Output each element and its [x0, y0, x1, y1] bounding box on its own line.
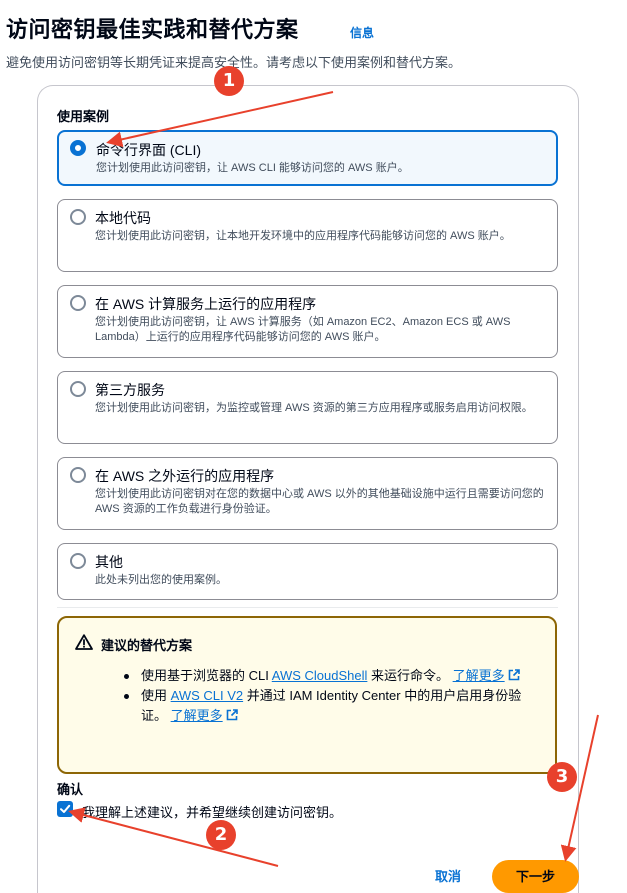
- alternative-item-cloudshell: 使用基于浏览器的 CLI AWS CloudShell 来运行命令。 了解更多: [117, 666, 537, 686]
- option-outside-aws[interactable]: 在 AWS 之外运行的应用程序 您计划使用此访问密钥对在您的数据中心或 AWS …: [57, 457, 558, 530]
- annotation-badge-1: 1: [214, 66, 244, 96]
- cancel-button[interactable]: 取消: [418, 864, 478, 890]
- radio-icon[interactable]: [70, 381, 86, 397]
- item-text: 使用: [141, 688, 171, 703]
- page-title: 访问密钥最佳实践和替代方案: [6, 17, 299, 42]
- aws-cli-v2-link[interactable]: AWS CLI V2: [171, 688, 243, 703]
- option-title: 在 AWS 之外运行的应用程序: [95, 468, 275, 484]
- confirm-checkbox[interactable]: [57, 801, 73, 817]
- cloudshell-link[interactable]: AWS CloudShell: [272, 668, 368, 683]
- option-other[interactable]: 其他 此处未列出您的使用案例。: [57, 543, 558, 600]
- next-button[interactable]: 下一步: [492, 860, 579, 893]
- radio-icon[interactable]: [70, 553, 86, 569]
- learn-more-link[interactable]: 了解更多: [171, 708, 223, 723]
- option-title: 第三方服务: [95, 382, 165, 398]
- use-case-section-label: 使用案例: [57, 109, 110, 124]
- option-cli[interactable]: 命令行界面 (CLI) 您计划使用此访问密钥，让 AWS CLI 能够访问您的 …: [57, 130, 558, 186]
- option-title: 在 AWS 计算服务上运行的应用程序: [95, 296, 317, 312]
- option-third-party[interactable]: 第三方服务 您计划使用此访问密钥，为监控或管理 AWS 资源的第三方应用程序或服…: [57, 371, 558, 444]
- annotation-badge-3: 3: [547, 762, 577, 792]
- warning-icon: [75, 634, 93, 650]
- info-link[interactable]: 信息: [350, 24, 374, 41]
- learn-more-link[interactable]: 了解更多: [453, 668, 505, 683]
- annotation-badge-2: 2: [206, 820, 236, 850]
- confirm-section-label: 确认: [57, 782, 84, 797]
- external-link-icon[interactable]: [226, 709, 238, 721]
- option-description: 您计划使用此访问密钥，让 AWS CLI 能够访问您的 AWS 账户。: [96, 162, 409, 174]
- alternatives-alert: 建议的替代方案 使用基于浏览器的 CLI AWS CloudShell 来运行命…: [57, 616, 557, 774]
- checkmark-icon: [60, 804, 71, 813]
- item-text: 来运行命令。: [367, 668, 449, 683]
- external-link-icon[interactable]: [508, 669, 520, 681]
- option-local-code[interactable]: 本地代码 您计划使用此访问密钥，让本地开发环境中的应用程序代码能够访问您的 AW…: [57, 199, 558, 272]
- alternative-item-cli-v2: 使用 AWS CLI V2 并通过 IAM Identity Center 中的…: [117, 686, 537, 726]
- option-description: 您计划使用此访问密钥，让本地开发环境中的应用程序代码能够访问您的 AWS 账户。: [95, 230, 511, 242]
- radio-icon[interactable]: [70, 209, 86, 225]
- option-description: 您计划使用此访问密钥，为监控或管理 AWS 资源的第三方应用程序或服务启用访问权…: [95, 402, 533, 414]
- alert-title: 建议的替代方案: [101, 638, 193, 653]
- item-text: 使用基于浏览器的 CLI: [141, 668, 272, 683]
- option-aws-compute[interactable]: 在 AWS 计算服务上运行的应用程序 您计划使用此访问密钥，让 AWS 计算服务…: [57, 285, 558, 358]
- option-title: 本地代码: [95, 210, 151, 226]
- alternatives-list: 使用基于浏览器的 CLI AWS CloudShell 来运行命令。 了解更多 …: [117, 666, 537, 726]
- option-title: 命令行界面 (CLI): [96, 142, 201, 158]
- option-description: 您计划使用此访问密钥，让 AWS 计算服务（如 Amazon EC2、Amazo…: [95, 316, 511, 343]
- divider: [57, 607, 558, 608]
- radio-icon[interactable]: [70, 295, 86, 311]
- radio-icon[interactable]: [70, 467, 86, 483]
- option-description: 此处未列出您的使用案例。: [95, 574, 227, 586]
- radio-selected-icon[interactable]: [70, 140, 86, 156]
- confirm-checkbox-label[interactable]: 我理解上述建议，并希望继续创建访问密钥。: [82, 802, 342, 821]
- option-title: 其他: [95, 554, 123, 570]
- option-description: 您计划使用此访问密钥对在您的数据中心或 AWS 以外的其他基础设施中运行且需要访…: [95, 488, 544, 515]
